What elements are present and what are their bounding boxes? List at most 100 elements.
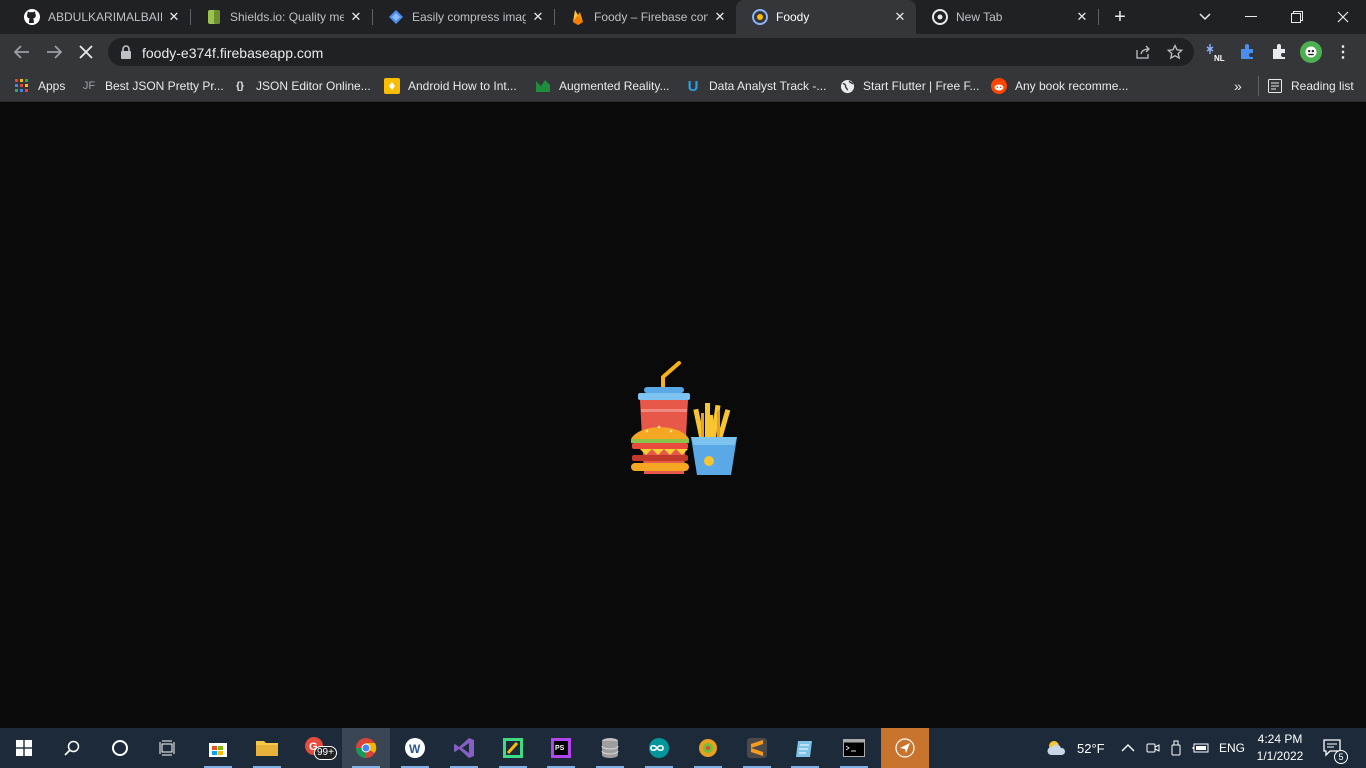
bookmark-android[interactable]: Android How to Int...: [384, 76, 517, 96]
puzzle-blue-extension-icon[interactable]: [1237, 41, 1259, 63]
close-icon[interactable]: ✕: [712, 9, 728, 25]
taskbar-app-snail[interactable]: [684, 728, 732, 768]
new-tab-button[interactable]: +: [1108, 5, 1132, 29]
stop-loading-button[interactable]: [73, 39, 99, 65]
forward-button[interactable]: [41, 39, 67, 65]
taskbar-chrome[interactable]: [342, 728, 390, 768]
food-combo-loading-icon: [631, 361, 737, 475]
bookmark-label: Start Flutter | Free F...: [863, 79, 980, 93]
taskbar-file-explorer[interactable]: [243, 728, 291, 768]
close-window-button[interactable]: [1320, 0, 1366, 34]
reddit-icon: [991, 78, 1007, 94]
shields-icon: [206, 9, 222, 25]
language-label: ENG: [1219, 741, 1246, 755]
taskbar-notes-app[interactable]: [781, 728, 829, 768]
bookmark-label: JSON Editor Online...: [256, 79, 371, 93]
taskbar-sublime-text[interactable]: [733, 728, 781, 768]
usb-drive-icon[interactable]: [1170, 728, 1182, 768]
tab-search-button[interactable]: [1182, 0, 1228, 34]
notification-badge: 99+: [314, 746, 337, 760]
foody-icon: [752, 9, 768, 25]
taskbar-android-studio[interactable]: [489, 728, 537, 768]
battery-icon[interactable]: [1192, 728, 1210, 768]
reading-list-button[interactable]: Reading list: [1258, 76, 1354, 96]
bookmark-label: Data Analyst Track -...: [709, 79, 827, 93]
cortana-icon: [112, 740, 128, 756]
close-icon[interactable]: ✕: [1074, 9, 1090, 25]
address-bar[interactable]: foody-e374f.firebaseapp.com: [108, 38, 1194, 66]
extensions-icon[interactable]: [1269, 41, 1291, 63]
apps-grid-icon: [14, 78, 30, 94]
bookmark-label: Any book recomme...: [1015, 79, 1129, 93]
android-bookmark-icon: [384, 78, 400, 94]
tab-github[interactable]: ABDULKARIMALBAIK/ ✕: [8, 0, 190, 34]
task-view-button[interactable]: [144, 728, 192, 768]
clock-time: 4:24 PM: [1257, 732, 1303, 746]
bookmark-apps[interactable]: Apps: [14, 76, 65, 96]
bookmark-label: Best JSON Pretty Pr...: [105, 79, 224, 93]
terminal-icon: [843, 739, 865, 757]
close-icon[interactable]: ✕: [348, 9, 364, 25]
bookmark-reddit[interactable]: Any book recomme...: [991, 76, 1128, 96]
show-hidden-icons-button[interactable]: [1121, 728, 1135, 768]
tab-new-tab[interactable]: New Tab ✕: [916, 0, 1098, 34]
close-icon: [1337, 11, 1349, 23]
taskbar-arduino[interactable]: [635, 728, 683, 768]
profile-avatar[interactable]: [1300, 41, 1322, 63]
lock-icon: [121, 45, 131, 59]
task-view-icon: [159, 740, 175, 756]
close-icon[interactable]: ✕: [530, 9, 546, 25]
meet-now-icon[interactable]: [1146, 728, 1160, 768]
taskbar-visual-studio[interactable]: [440, 728, 488, 768]
cortana-button[interactable]: [96, 728, 144, 768]
search-button[interactable]: [48, 728, 96, 768]
tab-firebase-console[interactable]: Foody – Firebase cons ✕: [554, 0, 736, 34]
close-icon[interactable]: ✕: [166, 9, 182, 25]
sublime-icon: [747, 738, 767, 758]
taskbar-gmail-notifier[interactable]: G 99+: [292, 728, 340, 768]
start-button[interactable]: [0, 728, 48, 768]
bookmark-star-icon[interactable]: [1167, 44, 1183, 60]
tab-title: Shields.io: Quality met: [230, 10, 344, 24]
taskbar-word-app[interactable]: W: [391, 728, 439, 768]
restore-button[interactable]: [1274, 0, 1320, 34]
taskbar-database-tool[interactable]: [586, 728, 634, 768]
action-center-badge: 5: [1334, 750, 1348, 764]
tab-title: Foody – Firebase cons: [594, 10, 708, 24]
tab-foody[interactable]: Foody ✕: [736, 0, 916, 34]
chevron-double-right-icon: »: [1234, 78, 1242, 94]
nl-extension-icon[interactable]: NL: [1205, 41, 1227, 63]
globe-icon: [839, 78, 855, 94]
coursera-icon: [535, 78, 551, 94]
tab-compress[interactable]: Easily compress image ✕: [372, 0, 554, 34]
bookmark-augmented-reality[interactable]: Augmented Reality...: [535, 76, 670, 96]
bookmark-json-pretty[interactable]: JF Best JSON Pretty Pr...: [81, 76, 224, 96]
bookmark-data-analyst[interactable]: U Data Analyst Track -...: [685, 76, 827, 96]
back-button[interactable]: [9, 39, 35, 65]
more-bookmarks-button[interactable]: »: [1234, 76, 1242, 96]
bookmark-start-flutter[interactable]: Start Flutter | Free F...: [839, 76, 979, 96]
taskbar-send-app[interactable]: [881, 728, 929, 768]
stop-icon: [79, 45, 93, 59]
share-icon[interactable]: [1135, 44, 1151, 60]
bookmark-json-editor[interactable]: {} JSON Editor Online...: [232, 76, 371, 96]
jf-icon: JF: [82, 80, 96, 92]
tab-title: Foody: [776, 10, 810, 24]
minimize-button[interactable]: [1228, 0, 1274, 34]
page-content: [0, 103, 1366, 728]
close-icon[interactable]: ✕: [892, 9, 908, 25]
arrow-left-icon: [14, 45, 29, 59]
taskbar-terminal[interactable]: [830, 728, 878, 768]
language-indicator[interactable]: ENG: [1219, 728, 1245, 768]
taskbar-phpstorm[interactable]: PS: [537, 728, 585, 768]
visual-studio-icon: [454, 738, 474, 758]
weather-widget[interactable]: 52°F: [1045, 728, 1105, 768]
clock[interactable]: 4:24 PM 1/1/2022: [1252, 731, 1308, 765]
windows-taskbar: G 99+ W PS 52°F ENG 4:24 PM 1/1/2022 5: [0, 728, 1366, 768]
taskbar-microsoft-store[interactable]: [194, 728, 242, 768]
tab-title: ABDULKARIMALBAIK/: [48, 10, 162, 24]
tab-shields[interactable]: Shields.io: Quality met ✕: [190, 0, 372, 34]
action-center-button[interactable]: 5: [1322, 728, 1348, 768]
more-menu-icon[interactable]: ⋮: [1332, 41, 1354, 63]
database-icon: [601, 738, 619, 758]
